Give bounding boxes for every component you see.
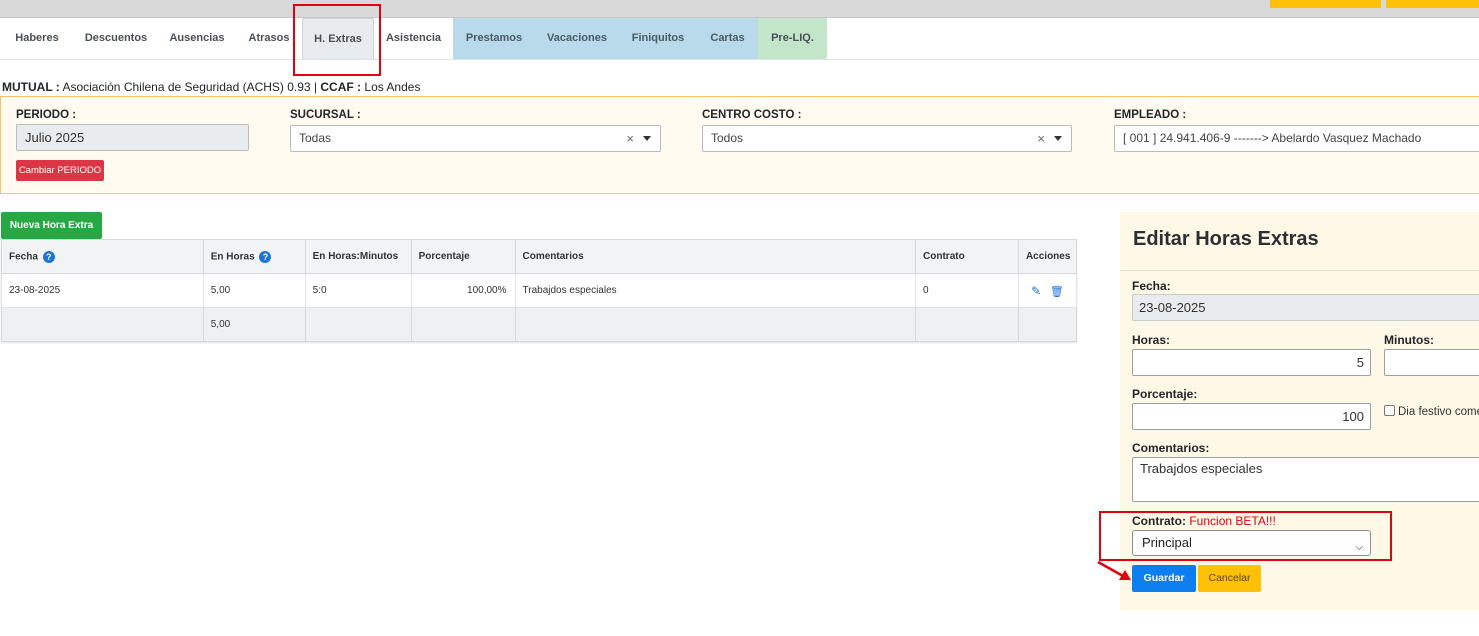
porcentaje-label: Porcentaje:	[1132, 387, 1198, 401]
sucursal-select[interactable]: Todas ×	[290, 125, 661, 152]
centro-costo-clear-icon[interactable]: ×	[1037, 126, 1045, 151]
top-yellow-button-2[interactable]	[1386, 0, 1479, 8]
top-bar	[0, 0, 1479, 18]
delete-icon[interactable]: 🗑	[1050, 285, 1064, 298]
tab-atrasos[interactable]: Atrasos	[236, 18, 302, 59]
centro-costo-caret-icon	[1054, 136, 1062, 141]
total-horas: 5,00	[202, 307, 306, 342]
tab-vacaciones[interactable]: Vacaciones	[535, 18, 619, 59]
table-row: 23-08-2025 5,00 5:0 100,00% Trabajdos es…	[1, 273, 1078, 308]
empleado-value: [ 001 ] 24.941.406-9 -------> Abelardo V…	[1123, 131, 1422, 145]
empleado-label: EMPLEADO :	[1114, 109, 1187, 121]
ccaf-label: CCAF :	[320, 80, 362, 94]
filters-panel: PERIODO : Julio 2025 SUCURSAL : Todas × …	[0, 96, 1479, 194]
tab-cartas[interactable]: Cartas	[697, 18, 758, 59]
col-comentarios[interactable]: Comentarios	[514, 239, 917, 274]
col-fecha[interactable]: Fecha ?	[1, 239, 204, 274]
cell-comentarios: Trabajdos especiales	[514, 273, 917, 308]
table-header-row: Fecha ? En Horas ? En Horas:Minutos Porc…	[1, 239, 1078, 274]
cambiar-periodo-button[interactable]: Cambiar PERIODO	[16, 160, 104, 181]
empleado-select[interactable]: [ 001 ] 24.941.406-9 -------> Abelardo V…	[1114, 125, 1479, 152]
tab-descuentos[interactable]: Descuentos	[74, 18, 158, 59]
centro-costo-label: CENTRO COSTO :	[702, 109, 802, 121]
contrato-label: Contrato: Funcion BETA!!!	[1132, 514, 1276, 528]
help-icon[interactable]: ?	[259, 250, 272, 263]
nueva-hora-extra-button[interactable]: Nueva Hora Extra	[1, 212, 102, 239]
horas-label: Horas:	[1132, 333, 1171, 347]
centro-costo-select[interactable]: Todos ×	[702, 125, 1072, 152]
module-tabs: Haberes Descuentos Ausencias Atrasos H. …	[0, 18, 1479, 60]
dia-festivo-label: Dia festivo come	[1398, 406, 1479, 418]
comentarios-textarea[interactable]: Trabajdos especiales	[1132, 457, 1479, 502]
minutos-input[interactable]	[1384, 349, 1479, 376]
contrato-select[interactable]: Principal ⌵	[1132, 530, 1371, 556]
col-porcentaje[interactable]: Porcentaje	[410, 239, 516, 274]
comentarios-label: Comentarios:	[1132, 441, 1210, 455]
comentarios-value: Trabajdos especiales	[1140, 461, 1263, 476]
cell-horas-minutos: 5:0	[304, 273, 412, 308]
mutual-label: MUTUAL :	[2, 80, 60, 94]
minutos-label: Minutos:	[1384, 333, 1434, 347]
guardar-button[interactable]: Guardar	[1132, 565, 1196, 592]
cell-horas: 5,00	[202, 273, 306, 308]
cell-contrato: 0	[915, 273, 1019, 308]
cell-acciones: ✎ 🗑	[1017, 273, 1078, 308]
porcentaje-input[interactable]: 100	[1132, 403, 1371, 430]
tab-haberes[interactable]: Haberes	[0, 18, 74, 59]
mutual-value: Asociación Chilena de Seguridad (ACHS) 0…	[62, 80, 318, 94]
fecha-label: Fecha:	[1132, 279, 1171, 293]
edit-icon[interactable]: ✎	[1031, 284, 1041, 298]
beta-note: Funcion BETA!!!	[1189, 514, 1276, 528]
mutual-info: MUTUAL : Asociación Chilena de Seguridad…	[2, 80, 420, 94]
col-en-horas[interactable]: En Horas ?	[202, 239, 306, 274]
divider	[1120, 270, 1479, 271]
tab-h-extras[interactable]: H. Extras	[302, 18, 374, 59]
horas-extras-table: Fecha ? En Horas ? En Horas:Minutos Porc…	[1, 239, 1078, 342]
contrato-value: Principal	[1142, 535, 1192, 550]
sucursal-value: Todas	[299, 131, 332, 145]
chevron-down-icon: ⌵	[1355, 542, 1363, 553]
tab-finiquitos[interactable]: Finiquitos	[619, 18, 697, 59]
edit-panel: Editar Horas Extras Fecha: 23-08-2025 Ho…	[1120, 212, 1479, 610]
checkbox-icon[interactable]	[1384, 405, 1395, 416]
tab-pre-liq[interactable]: Pre-LIQ.	[758, 18, 827, 59]
col-acciones: Acciones	[1017, 239, 1078, 274]
periodo-label: PERIODO :	[16, 109, 77, 121]
periodo-field: Julio 2025	[16, 124, 249, 151]
ccaf-value: Los Andes	[364, 80, 421, 94]
sucursal-clear-icon[interactable]: ×	[626, 126, 634, 151]
cell-fecha: 23-08-2025	[1, 273, 204, 308]
col-contrato[interactable]: Contrato	[915, 239, 1019, 274]
edit-panel-title: Editar Horas Extras	[1133, 228, 1319, 250]
cancelar-button[interactable]: Cancelar	[1198, 565, 1261, 592]
table-total-row: 5,00	[1, 307, 1078, 342]
tab-ausencias[interactable]: Ausencias	[158, 18, 236, 59]
cell-porcentaje: 100,00%	[410, 273, 516, 308]
col-en-horas-minutos[interactable]: En Horas:Minutos	[304, 239, 412, 274]
horas-input[interactable]: 5	[1132, 349, 1371, 376]
fecha-field: 23-08-2025	[1132, 294, 1479, 321]
sucursal-caret-icon	[643, 136, 651, 141]
tab-prestamos[interactable]: Prestamos	[453, 18, 535, 59]
help-icon[interactable]: ?	[42, 250, 55, 263]
tab-asistencia[interactable]: Asistencia	[374, 18, 453, 59]
sucursal-label: SUCURSAL :	[290, 109, 361, 121]
dia-festivo-checkbox[interactable]: Dia festivo come	[1384, 405, 1479, 418]
top-yellow-button-1[interactable]	[1270, 0, 1381, 8]
centro-costo-value: Todos	[711, 131, 744, 145]
